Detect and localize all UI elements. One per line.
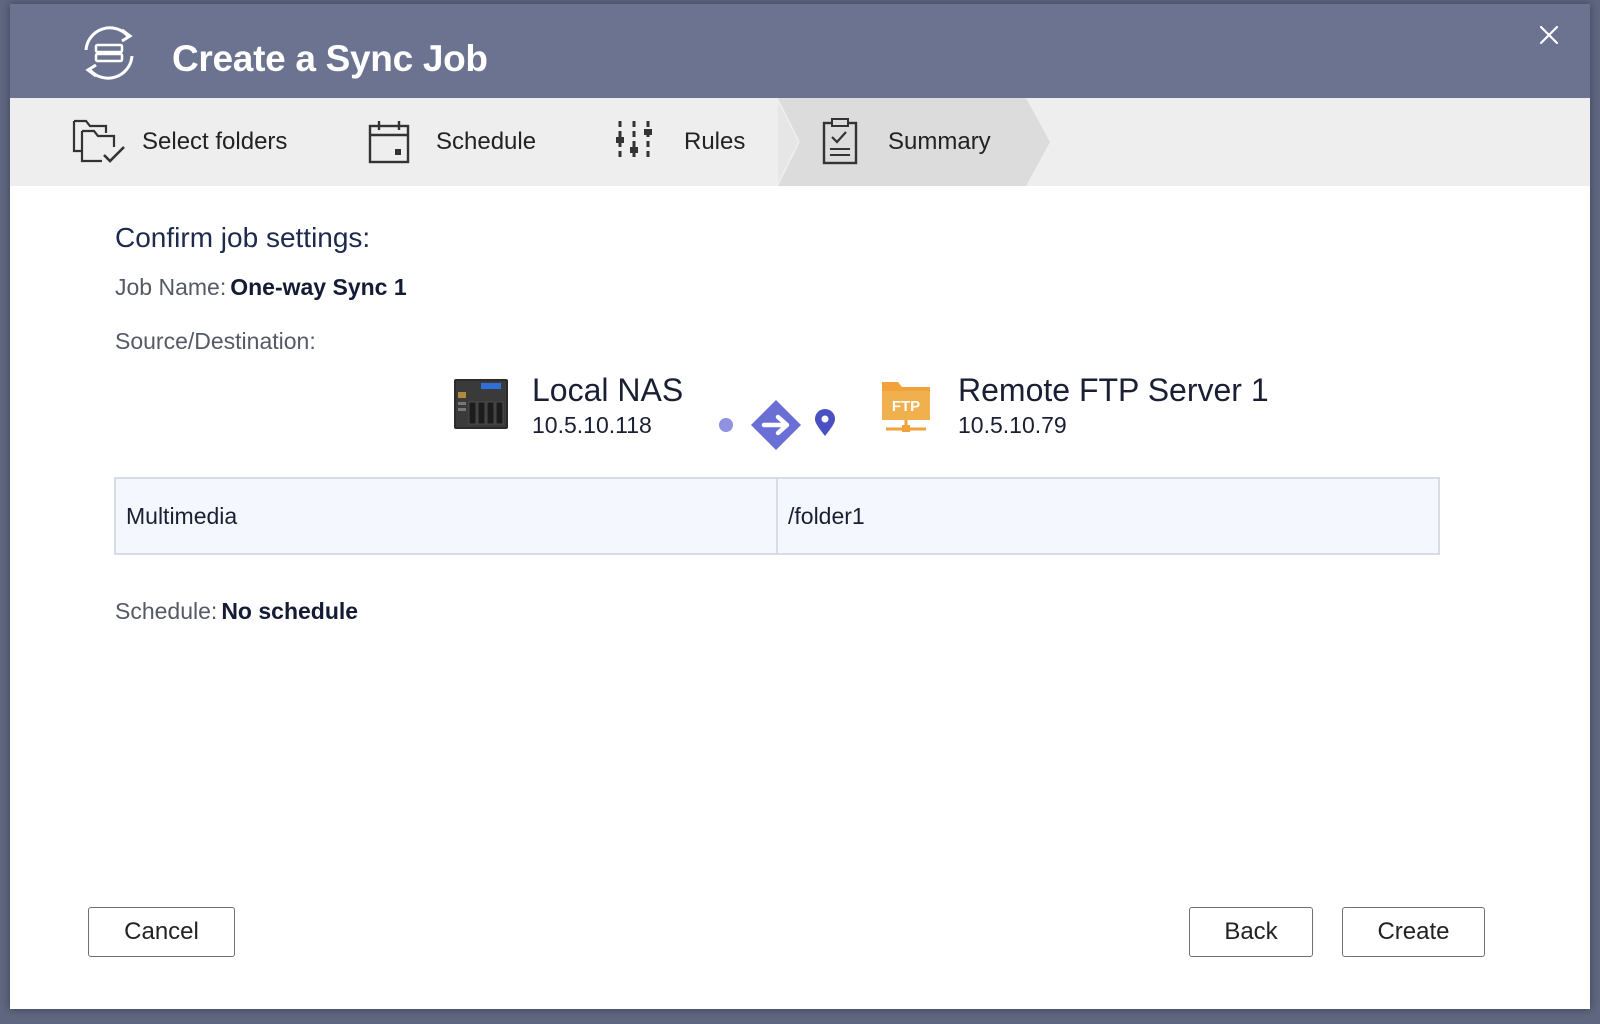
destination-name: Remote FTP Server 1: [958, 372, 1269, 408]
summary-clipboard-icon: [822, 118, 858, 165]
step-label-schedule: Schedule: [436, 128, 537, 155]
step-label-summary: Summary: [888, 128, 991, 155]
destination-ip: 10.5.10.79: [958, 412, 1067, 438]
confirm-heading: Confirm job settings:: [115, 222, 371, 253]
job-name-row: Job Name: One-way Sync 1: [115, 274, 407, 301]
job-name-value: One-way Sync 1: [230, 274, 407, 300]
close-icon[interactable]: [1536, 22, 1562, 48]
cancel-button[interactable]: Cancel: [88, 907, 235, 957]
step-summary[interactable]: Summary: [818, 98, 991, 186]
step-schedule[interactable]: Schedule: [366, 98, 536, 186]
one-way-arrow-icon: [719, 400, 835, 450]
step-label-select-folders: Select folders: [142, 128, 288, 155]
destination-endpoint: Remote FTP Server 1 10.5.10.79: [958, 372, 1269, 439]
schedule-value: No schedule: [221, 598, 359, 624]
source-destination-label: Source/Destination:: [115, 328, 316, 354]
create-button[interactable]: Create: [1342, 907, 1485, 957]
create-sync-job-dialog: Create a Sync Job Select folders Schedul…: [10, 4, 1590, 1009]
source-folder-cell: Multimedia: [116, 479, 778, 553]
back-button[interactable]: Back: [1189, 907, 1313, 957]
rules-sliders-icon: [616, 121, 652, 161]
folder-pair-table: Multimedia /folder1: [114, 477, 1440, 555]
source-ip: 10.5.10.118: [532, 412, 652, 438]
source-name: Local NAS: [532, 372, 684, 408]
destination-folder-cell: /folder1: [788, 502, 865, 529]
schedule-label: Schedule:: [115, 598, 218, 624]
nas-icon: [454, 379, 508, 429]
ftp-server-icon: FTP: [882, 382, 930, 432]
svg-text:FTP: FTP: [892, 398, 920, 415]
summary-content: Confirm job settings: Job Name: One-way S…: [10, 186, 1590, 1009]
select-folders-icon: [72, 119, 125, 163]
dialog-title: Create a Sync Job: [172, 38, 488, 79]
sync-job-icon: [84, 26, 134, 80]
calendar-icon: [368, 121, 410, 164]
dialog-titlebar: Create a Sync Job: [10, 4, 1590, 98]
schedule-row: Schedule: No schedule: [115, 598, 358, 625]
job-name-label: Job Name:: [115, 274, 227, 300]
source-endpoint: Local NAS 10.5.10.118: [532, 372, 683, 439]
step-label-rules: Rules: [684, 128, 746, 155]
step-select-folders[interactable]: Select folders: [72, 98, 287, 186]
step-rules[interactable]: Rules: [614, 98, 745, 186]
